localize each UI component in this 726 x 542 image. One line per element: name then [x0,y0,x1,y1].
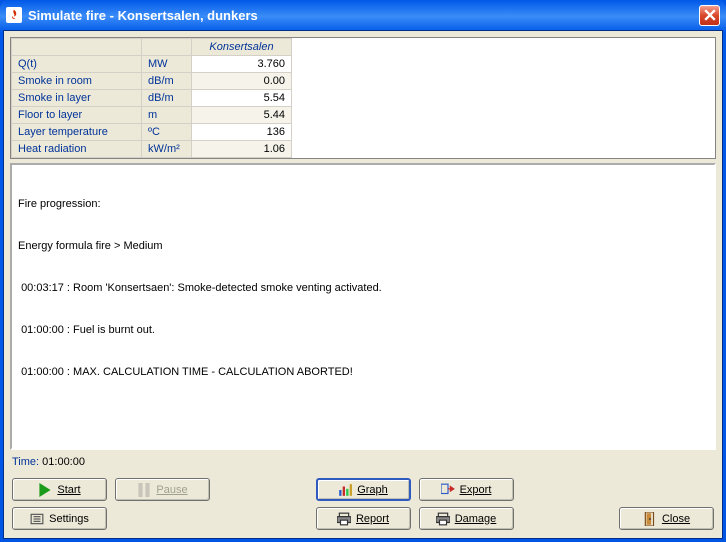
table-row: Floor to layer m 5.44 [12,107,292,124]
row-label: Layer temperature [12,124,142,141]
close-icon [704,9,716,21]
client-area: Konsertsalen Q(t) MW 3.760 Smoke in room… [3,30,723,539]
start-button[interactable]: Start [12,478,107,501]
pause-icon [137,483,151,497]
report-button[interactable]: Report [316,507,411,530]
log-line: 00:03:17 : Room 'Konsertsaen': Smoke-det… [18,281,708,295]
row-label: Smoke in layer [12,90,142,107]
row-unit: kW/m² [142,141,192,158]
button-label: Export [460,484,492,496]
log-line: Fire progression: [18,197,708,211]
time-display: Time: 01:00:00 [10,450,716,474]
results-table: Konsertsalen Q(t) MW 3.760 Smoke in room… [11,38,292,158]
button-label: Report [356,513,389,525]
button-label: Damage [455,513,497,525]
window-close-button[interactable] [699,5,720,26]
row-value: 136 [192,124,292,141]
button-label: Graph [357,484,388,496]
log-panel[interactable]: Fire progression: Energy formula fire > … [10,163,716,450]
printer-icon [436,512,450,526]
damage-button[interactable]: Damage [419,507,514,530]
titlebar: Simulate fire - Konsertsalen, dunkers [0,0,726,30]
pause-button[interactable]: Pause [115,478,210,501]
door-icon [643,512,657,526]
row-unit: ºC [142,124,192,141]
settings-icon [30,512,44,526]
table-row: Smoke in room dB/m 0.00 [12,73,292,90]
button-label: Start [57,484,80,496]
time-label: Time: [12,456,42,468]
export-icon [441,483,455,497]
settings-button[interactable]: Settings [12,507,107,530]
button-label: Close [662,513,690,525]
row-unit: dB/m [142,73,192,90]
row-label: Q(t) [12,56,142,73]
button-bar: Start Pause Graph Export Settings [10,474,716,532]
button-label: Settings [49,513,89,525]
row-value: 5.54 [192,90,292,107]
table-corner [12,39,142,56]
row-unit: dB/m [142,90,192,107]
row-label: Floor to layer [12,107,142,124]
close-button[interactable]: Close [619,507,714,530]
window-frame: Simulate fire - Konsertsalen, dunkers Ko… [0,0,726,542]
play-icon [38,483,52,497]
log-line: Energy formula fire > Medium [18,239,708,253]
table-row: Smoke in layer dB/m 5.54 [12,90,292,107]
row-value: 3.760 [192,56,292,73]
table-row: Q(t) MW 3.760 [12,56,292,73]
row-label: Heat radiation [12,141,142,158]
graph-button[interactable]: Graph [316,478,411,501]
row-value: 5.44 [192,107,292,124]
export-button[interactable]: Export [419,478,514,501]
time-value: 01:00:00 [42,456,85,468]
table-column-header: Konsertsalen [192,39,292,56]
table-row: Heat radiation kW/m² 1.06 [12,141,292,158]
results-table-panel: Konsertsalen Q(t) MW 3.760 Smoke in room… [10,37,716,159]
app-icon [6,7,22,23]
window-title: Simulate fire - Konsertsalen, dunkers [28,8,699,23]
log-line: 01:00:00 : MAX. CALCULATION TIME - CALCU… [18,365,708,379]
table-row: Layer temperature ºC 136 [12,124,292,141]
printer-icon [337,512,351,526]
row-value: 0.00 [192,73,292,90]
row-label: Smoke in room [12,73,142,90]
log-line: 01:00:00 : Fuel is burnt out. [18,323,708,337]
row-unit: MW [142,56,192,73]
graph-icon [338,483,352,497]
table-corner-unit [142,39,192,56]
row-value: 1.06 [192,141,292,158]
row-unit: m [142,107,192,124]
button-label: Pause [156,484,187,496]
